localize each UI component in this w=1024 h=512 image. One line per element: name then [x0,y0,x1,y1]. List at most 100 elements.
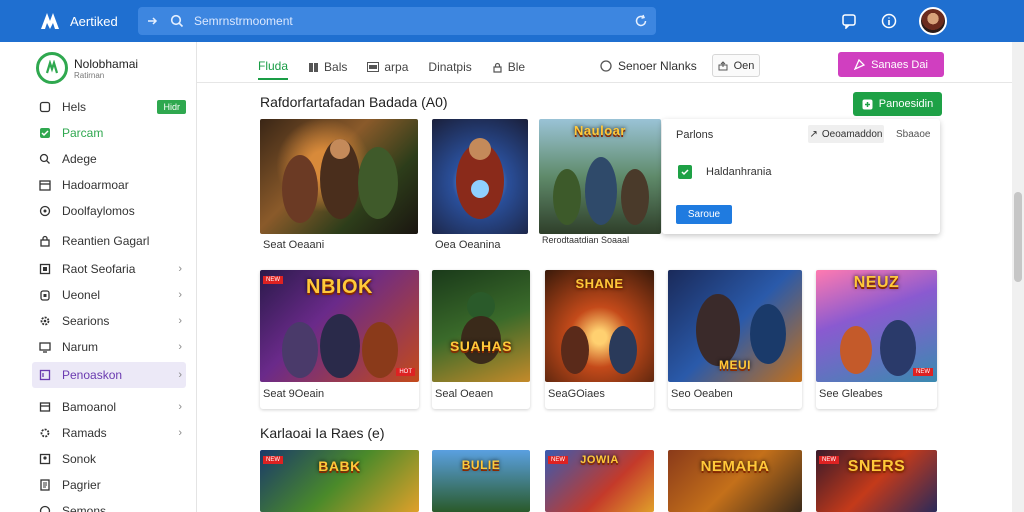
game-thumbnail [432,119,528,234]
tab-label: arpa [384,60,409,74]
tab-bar: Fluda Bals arpa Dinatpis Ble [258,54,525,80]
sidebar-item-label: Semons [62,504,107,512]
sidebar-item-doolfaylomos[interactable]: Doolfaylomos [32,198,186,224]
refresh-icon[interactable] [634,14,648,28]
sidebar-item-label: Adege [62,152,97,166]
game-thumbnail: SHANE [545,270,654,382]
open-button[interactable]: Oen [712,54,760,77]
sidebar-item-pagrier[interactable]: Pagrier [32,472,186,498]
game-card[interactable]: NEMAHA [668,450,802,512]
checkbox-icon[interactable] [678,165,692,179]
game-card[interactable]: Nauloar Rerodtaatdian Soaaal [539,119,661,259]
home-icon [38,100,52,114]
sidebar-item-hadoarmoar[interactable]: Hadoarmoar [32,172,186,198]
scrollbar-thumb[interactable] [1014,192,1022,282]
folder-icon [38,400,52,414]
logo-icon [41,13,59,29]
game-thumbnail: SUAHAS [432,270,530,382]
popup-action-label: Oeoamaddon [821,128,883,140]
sidebar-item-narum[interactable]: Narum › [32,334,186,360]
tab-label: Ble [507,60,526,74]
card-label: SeaGOiaes [548,388,605,400]
tab-label: Bals [324,60,348,74]
tab-ble[interactable]: Ble [492,54,525,80]
game-card[interactable]: NEW JOWIA [545,450,654,512]
popup-action-button[interactable]: ↗ Oeoamaddon [808,125,884,143]
options-popup: Parlons ↗ Oeoamaddon Sbaaoe Haldanhrania… [662,119,940,234]
game-card[interactable]: MEUI Seo Oeaben [668,270,802,409]
info-icon[interactable] [878,10,900,32]
add-button[interactable]: Panoesidin [853,92,942,116]
search-input[interactable] [194,14,634,28]
game-art-title: MEUI [719,358,751,372]
sidebar-item-bamoanol[interactable]: Bamoanol › [32,394,186,420]
game-card[interactable]: NEUZ NEW See Gleabes [816,270,937,409]
chat-icon[interactable] [838,10,860,32]
sidebar-item-label: Hels [62,100,87,114]
sidebar-item-parcam[interactable]: Parcam [32,120,186,146]
tab-dinatpis[interactable]: Dinatpis [428,54,471,80]
sidebar-item-ueonel[interactable]: Ueonel › [32,282,186,308]
sidebar-item-raot-seofaria[interactable]: Raot Seofaria › [32,256,186,282]
game-card[interactable]: NEW SNERS [816,450,937,512]
tab-fluda[interactable]: Fluda [258,54,289,80]
game-card[interactable]: BULIE [432,450,530,512]
sidebar-item-reantien-gagarl[interactable]: Reantien Gagarl [32,228,186,254]
lock-icon [493,62,502,73]
popup-link[interactable]: Sbaaoe [896,129,930,140]
game-card[interactable]: NEW BABK [260,450,419,512]
page-scrollbar[interactable] [1012,42,1024,512]
sidebar-item-label: Ramads [62,426,107,440]
popup-option[interactable]: Haldanhrania [678,165,771,179]
brand-subtitle: Ratirnan [74,70,105,80]
sort-label: Senoer Nlanks [618,59,697,73]
card-label: Seo Oeaben [671,388,733,400]
tab-bals[interactable]: Bals [308,54,347,80]
hero-art [456,138,504,219]
sidebar-item-label: Sonok [62,452,97,466]
tab-arpa[interactable]: arpa [367,54,408,80]
game-card[interactable]: SUAHAS Seal Oeaen [432,270,530,409]
knight-art [461,292,501,364]
card-label: Oea Oeanina [435,239,501,251]
game-art-title: SUAHAS [449,338,513,354]
game-thumbnail: NEW SNERS [816,450,937,512]
menu-arrow-icon[interactable] [146,15,158,27]
game-thumbnail [260,119,418,234]
sidebar-brand[interactable]: Nolobhamai Ratirnan [36,52,138,84]
sidebar-item-label: Ueonel [62,288,101,302]
gear-icon [38,314,52,328]
game-thumbnail: NEUZ NEW [816,270,937,382]
popup-save-button[interactable]: Saroue [676,205,732,224]
sidebar-item-searions[interactable]: Searions › [32,308,186,334]
game-art-title: SNERS [847,458,906,475]
sidebar-item-semons[interactable]: Semons [32,498,186,512]
tab-divider [197,82,1012,83]
avatar[interactable] [919,7,947,35]
sidebar-item-sonok[interactable]: Sonok [32,446,186,472]
sidebar-item-adege[interactable]: Adege [32,146,186,172]
chevron-right-icon: › [178,401,182,413]
tab-label: Fluda [258,59,289,73]
open-button-label: Oen [733,59,755,72]
brand-title: Nolobhamai [74,56,139,71]
app-logo[interactable]: Aertiked [38,9,118,33]
game-art-title: NEUZ [853,274,900,291]
user-icon [38,452,52,466]
game-card[interactable]: Seat Oeaani [260,119,418,259]
game-thumbnail: MEUI [668,270,802,382]
game-card[interactable]: NEW NBIOK HOT Seat 9Oeain [260,270,419,409]
sidebar-item-penoaskon[interactable]: Penoaskon › [32,362,186,388]
chevron-right-icon: › [178,289,182,301]
add-button-label: Panoesidin [878,98,934,110]
game-card[interactable]: SHANE SeaGOiaes [545,270,654,409]
search-box[interactable] [138,7,656,35]
grid-icon [309,62,319,72]
chevron-right-icon: › [178,341,182,353]
sort-control[interactable]: Senoer Nlanks [600,54,697,78]
game-card[interactable]: Oea Oeanina [432,119,528,259]
sidebar-item-hels[interactable]: Hels Hidr [32,94,186,120]
game-thumbnail: Nauloar [539,119,661,234]
sidebar-item-ramads[interactable]: Ramads › [32,420,186,446]
sales-button[interactable]: Sanaes Dai [838,52,944,77]
